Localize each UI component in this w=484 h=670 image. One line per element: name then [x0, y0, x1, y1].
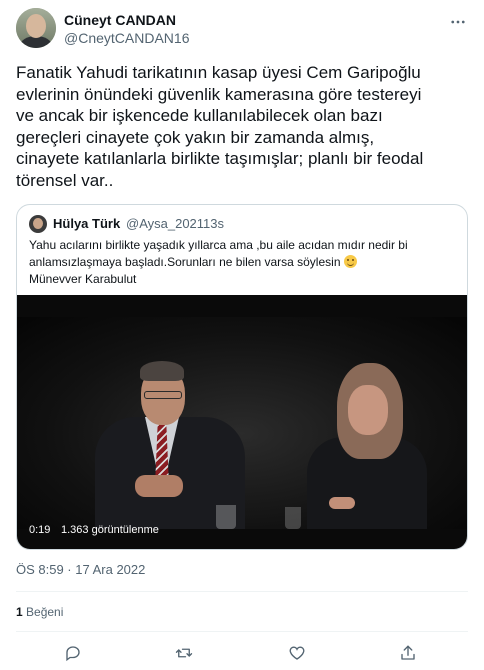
- quoted-text-line2: anlamsızlaşmaya başladı.Sorunları ne bil…: [29, 255, 341, 269]
- quoted-text: Yahu acılarını birlikte yaşadık yıllarca…: [29, 237, 459, 288]
- quoted-video[interactable]: 0:19 1.363 görüntülenme: [17, 295, 467, 549]
- retweet-icon[interactable]: [173, 642, 195, 664]
- quoted-tweet[interactable]: Hülya Türk @Aysa_2021 · 13s Yahu acıları…: [16, 204, 468, 550]
- quoted-text-line1: Yahu acılarını birlikte yaşadık yıllarca…: [29, 238, 408, 252]
- author-display-name[interactable]: Cüneyt CANDAN: [64, 12, 176, 28]
- video-frame: [17, 317, 467, 529]
- quoted-author-display-name[interactable]: Hülya Türk: [53, 216, 120, 231]
- quoted-separator: ·: [191, 216, 196, 231]
- quoted-time[interactable]: 13s: [203, 216, 224, 231]
- tweet-text: Fanatik Yahudi tarikatının kasap üyesi C…: [16, 63, 424, 190]
- tweet-timestamp[interactable]: ÖS 8:59 · 17 Ara 2022: [16, 562, 145, 577]
- divider: [16, 591, 468, 592]
- smiling-face-emoji: [343, 255, 357, 268]
- author-avatar[interactable]: [16, 8, 56, 48]
- tweet: Cüneyt CANDAN @CneytCANDAN16 Fanatik Yah…: [0, 0, 484, 670]
- share-icon[interactable]: [397, 642, 419, 664]
- quoted-text-line3: Münevver Karabulut: [29, 272, 137, 286]
- heart-icon[interactable]: [286, 642, 308, 664]
- reply-icon[interactable]: [62, 642, 84, 664]
- video-elapsed-time: 0:19: [29, 524, 51, 536]
- likes-number: 1: [16, 605, 23, 619]
- more-horizontal-icon[interactable]: [448, 12, 468, 32]
- likes-label: Beğeni: [26, 605, 64, 619]
- video-view-count: 1.363 görüntülenme: [61, 524, 159, 536]
- divider: [16, 631, 468, 632]
- quoted-author-avatar[interactable]: [29, 215, 47, 233]
- likes-count[interactable]: 1 Beğeni: [16, 605, 63, 619]
- author-handle[interactable]: @CneytCANDAN16: [64, 30, 189, 46]
